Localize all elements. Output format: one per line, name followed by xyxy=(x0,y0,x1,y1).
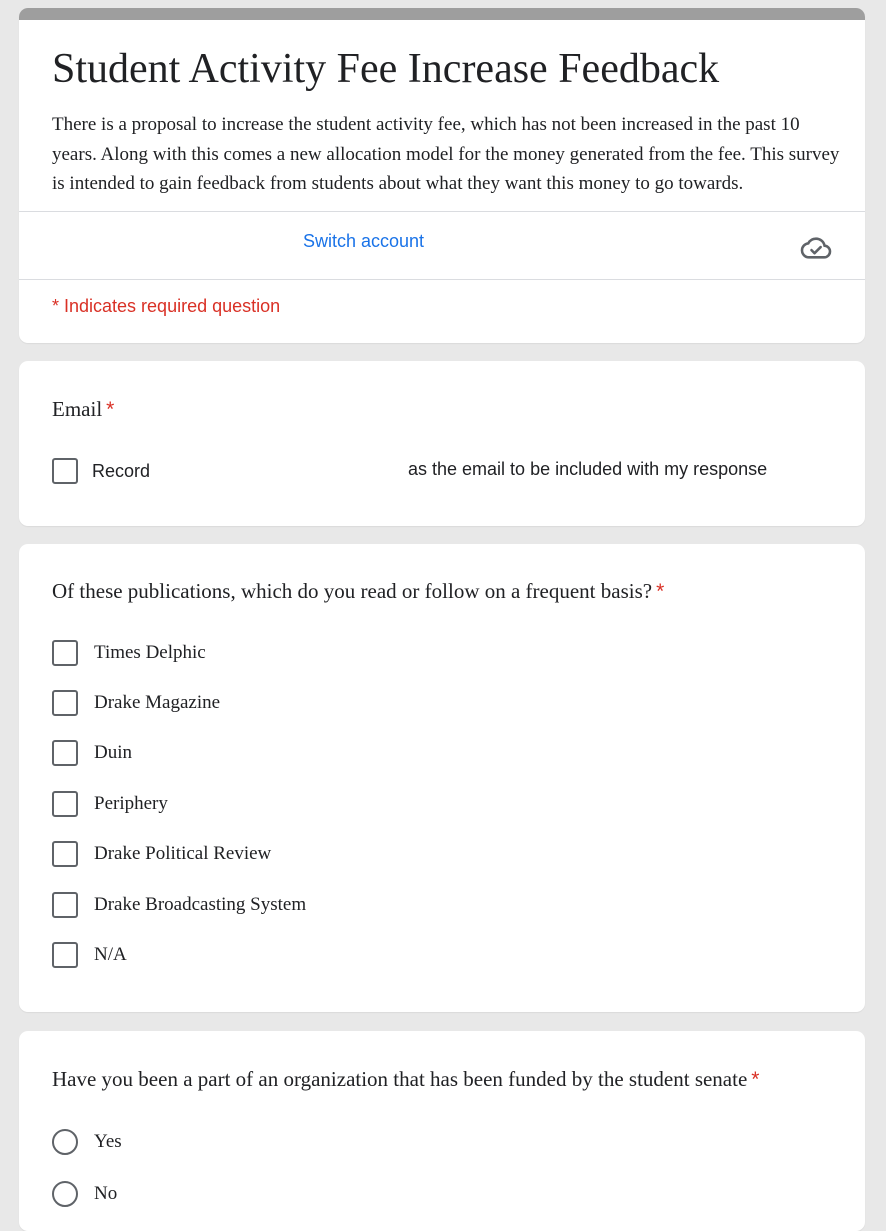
option-duin[interactable]: Duin xyxy=(52,738,132,768)
form-description: There is a proposal to increase the stud… xyxy=(52,114,840,194)
form-title: Student Activity Fee Increase Feedback xyxy=(52,46,720,92)
option-label: Drake Broadcasting System xyxy=(94,894,307,915)
option-na[interactable]: N/A xyxy=(52,940,127,970)
question-title: Have you been a part of an organization … xyxy=(52,1065,759,1094)
option-no[interactable]: No xyxy=(52,1179,117,1209)
option-label: N/A xyxy=(94,944,127,965)
record-email-option[interactable]: Record xyxy=(52,456,150,486)
option-times-delphic[interactable]: Times Delphic xyxy=(52,638,206,668)
option-periphery[interactable]: Periphery xyxy=(52,789,168,819)
question-card-publications: Of these publications, which do you read… xyxy=(19,544,865,1012)
checkbox[interactable] xyxy=(52,640,78,666)
cloud-saved-icon xyxy=(800,232,832,264)
option-drake-political-review[interactable]: Drake Political Review xyxy=(52,839,271,869)
question-card-senate-funding: Have you been a part of an organization … xyxy=(19,1031,865,1231)
account-row: Switch account xyxy=(19,212,865,279)
checkbox[interactable] xyxy=(52,841,78,867)
option-label: Yes xyxy=(94,1131,122,1152)
option-label: Drake Magazine xyxy=(94,692,221,713)
required-asterisk: * xyxy=(751,1068,760,1091)
form-header-card: Student Activity Fee Increase Feedback T… xyxy=(19,8,865,343)
record-email-suffix: as the email to be included with my resp… xyxy=(408,459,768,479)
option-label: Periphery xyxy=(94,793,168,814)
divider xyxy=(19,279,865,280)
record-email-checkbox[interactable] xyxy=(52,458,78,484)
option-label: Drake Political Review xyxy=(94,843,272,864)
record-email-label: Record xyxy=(92,460,151,481)
question-title: Of these publications, which do you read… xyxy=(52,577,664,606)
header-accent-band xyxy=(19,8,865,20)
required-question-note: * Indicates required question xyxy=(52,296,281,316)
checkbox[interactable] xyxy=(52,791,78,817)
radio-button[interactable] xyxy=(52,1129,78,1155)
option-label: Times Delphic xyxy=(94,642,206,663)
question-title-text: Email xyxy=(52,397,103,421)
required-asterisk: * xyxy=(106,398,115,421)
option-label: No xyxy=(94,1183,118,1204)
question-title: Email * xyxy=(52,395,114,424)
question-card-email: Email * Record as the email to be include… xyxy=(19,361,865,526)
required-asterisk: * xyxy=(656,580,665,603)
checkbox[interactable] xyxy=(52,942,78,968)
account-email xyxy=(52,232,272,256)
switch-account-link[interactable]: Switch account xyxy=(303,231,424,252)
question-title-text: Have you been a part of an organization … xyxy=(52,1067,748,1091)
checkbox[interactable] xyxy=(52,690,78,716)
option-yes[interactable]: Yes xyxy=(52,1127,122,1157)
radio-button[interactable] xyxy=(52,1181,78,1207)
option-drake-magazine[interactable]: Drake Magazine xyxy=(52,688,220,718)
checkbox[interactable] xyxy=(52,740,78,766)
option-label: Duin xyxy=(94,742,132,763)
checkbox[interactable] xyxy=(52,892,78,918)
option-drake-broadcasting-system[interactable]: Drake Broadcasting System xyxy=(52,890,306,920)
question-title-text: Of these publications, which do you read… xyxy=(52,579,653,603)
